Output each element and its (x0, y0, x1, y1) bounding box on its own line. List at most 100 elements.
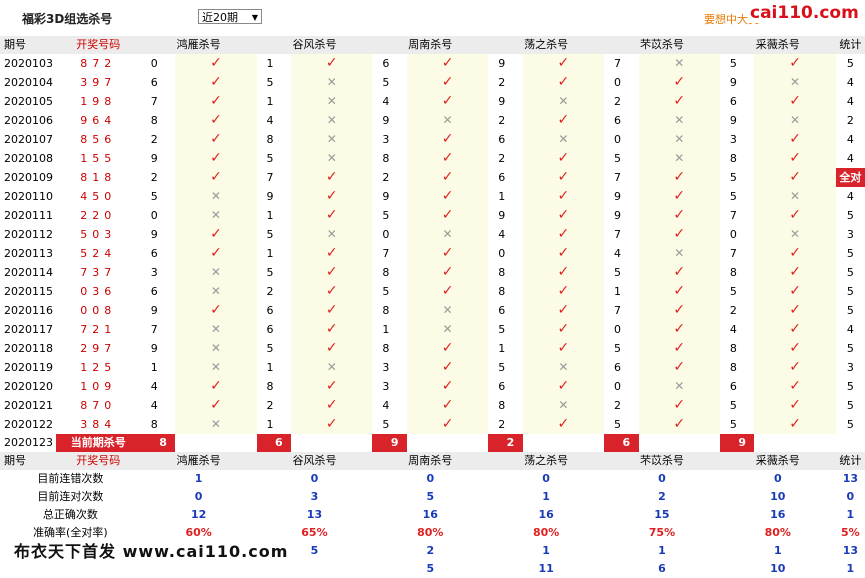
summary-label: 目前连对次数 (0, 488, 141, 506)
check-icon: ✓ (210, 131, 222, 147)
check-icon: ✓ (325, 340, 338, 356)
check-icon: ✓ (789, 378, 801, 394)
summary-value: 5% (841, 526, 860, 539)
check-icon: ✓ (557, 302, 570, 318)
kill-result-mark: ✓ (291, 377, 373, 396)
check-icon: ✓ (789, 207, 801, 223)
summary-value: 0 (426, 472, 435, 485)
check-icon: ✓ (673, 397, 686, 413)
kill-result-mark: ✕ (754, 187, 836, 206)
kill-result-mark: ✓ (638, 396, 720, 415)
kill-number: 6 (614, 113, 622, 127)
kill-result-mark: ✕ (175, 358, 257, 377)
kill-number: 5 (729, 56, 737, 70)
check-icon: ✓ (673, 169, 686, 185)
check-icon: ✓ (441, 55, 454, 71)
kill-number: 9 (150, 341, 158, 355)
summary-value: 80% (417, 526, 444, 539)
check-icon: ✓ (210, 397, 222, 413)
row-issue: 2020117 (4, 322, 53, 336)
kill-number: 9 (382, 113, 390, 127)
kill-result-mark: ✕ (175, 320, 257, 339)
kill-result-mark: ✕ (175, 206, 257, 225)
kill-number: 8 (498, 284, 506, 298)
kill-number: 8 (382, 265, 390, 279)
kill-result-mark: ✓ (754, 206, 836, 225)
kill-result-mark: ✓ (406, 282, 489, 301)
check-icon: ✓ (441, 283, 454, 299)
kill-number: 2 (150, 132, 158, 146)
table-row: 2020103 872 0 ✓ 1 ✓ 6 ✓ 9 ✓ 7 ✕ 5 ✓ 5 (0, 54, 865, 73)
row-issue: 2020103 (4, 56, 53, 70)
summary-value: 6 (658, 562, 666, 575)
kill-result-mark: ✕ (522, 92, 605, 111)
check-icon: ✓ (441, 188, 454, 204)
row-draw-numbers: 737 (80, 265, 117, 279)
check-icon: ✓ (557, 416, 570, 432)
header-kill-column: 采薇杀号 (719, 36, 836, 54)
check-icon: ✓ (789, 55, 801, 71)
summary-header-kill: 谷风杀号 (256, 452, 373, 470)
kill-number: 5 (266, 227, 274, 241)
kill-number: 2 (150, 170, 158, 184)
row-issue: 2020122 (4, 417, 53, 431)
row-issue: 2020109 (4, 170, 53, 184)
summary-value: 1 (658, 544, 666, 557)
kill-result-mark: ✕ (522, 358, 605, 377)
summary-value: 13 (306, 508, 323, 521)
check-icon: ✓ (789, 397, 801, 413)
kill-number: 5 (729, 417, 737, 431)
check-icon: ✓ (325, 55, 338, 71)
kill-number: 8 (498, 265, 506, 279)
summary-value (257, 560, 373, 578)
check-icon: ✓ (673, 93, 686, 109)
summary-value: 0 (658, 472, 666, 485)
row-draw-numbers: 155 (80, 151, 117, 165)
check-icon: ✓ (441, 378, 454, 394)
summary-value: 75% (648, 526, 676, 539)
summary-row: 目前连错次数 1 0 0 0 0 0 13 (0, 470, 865, 488)
kill-result-mark: ✓ (291, 244, 373, 263)
kill-number: 4 (382, 94, 390, 108)
check-icon: ✓ (325, 207, 338, 223)
kill-result-mark: ✓ (522, 320, 605, 339)
check-icon: ✓ (325, 169, 338, 185)
kill-number: 1 (382, 322, 390, 336)
summary-value: 13 (842, 544, 858, 557)
kill-number: 9 (498, 208, 506, 222)
current-kill-spacer (754, 434, 835, 452)
kill-number: 1 (498, 189, 506, 203)
kill-number: 6 (150, 75, 158, 89)
kill-number: 2 (498, 417, 506, 431)
table-row: 2020113 524 6 ✓ 1 ✓ 7 ✓ 0 ✓ 4 ✕ 7 ✓ 5 (0, 244, 865, 263)
kill-result-mark: ✓ (638, 225, 720, 244)
row-draw-numbers: 524 (80, 246, 117, 260)
row-stat: 5 (846, 398, 854, 412)
kill-result-mark: ✕ (754, 73, 836, 92)
period-select[interactable]: 近20期 ▼ (198, 9, 262, 24)
kill-number: 2 (614, 94, 622, 108)
current-kill-value: 6 (604, 434, 639, 452)
kill-number: 3 (382, 132, 390, 146)
check-icon: ✓ (789, 302, 801, 318)
cross-icon: ✕ (674, 246, 685, 260)
row-stat: 4 (846, 132, 854, 146)
page-title: 福彩3D组选杀号 (22, 12, 113, 26)
kill-result-mark: ✓ (638, 206, 720, 225)
kill-result-mark: ✓ (291, 263, 373, 282)
check-icon: ✓ (789, 416, 801, 432)
period-select-value: 近20期 (202, 11, 238, 24)
kill-result-mark: ✓ (406, 358, 489, 377)
row-issue: 2020114 (4, 265, 53, 279)
summary-value: 1 (542, 544, 550, 557)
table-row: 2020112 503 9 ✓ 5 ✕ 0 ✕ 4 ✓ 7 ✓ 0 ✕ 3 (0, 225, 865, 244)
table-row: 2020106 964 8 ✓ 4 ✕ 9 ✕ 2 ✓ 6 ✕ 9 ✕ 2 (0, 111, 865, 130)
table-row: 2020119 125 1 ✕ 1 ✕ 3 ✓ 5 ✕ 6 ✓ 8 ✓ 3 (0, 358, 865, 377)
kill-result-mark: ✕ (522, 130, 605, 149)
kill-result-mark: ✓ (754, 149, 836, 168)
row-draw-numbers: 198 (80, 94, 117, 108)
current-kill-value: 6 (256, 434, 292, 452)
kill-result-mark: ✕ (291, 111, 373, 130)
kill-number: 8 (729, 151, 737, 165)
check-icon: ✓ (441, 264, 454, 280)
